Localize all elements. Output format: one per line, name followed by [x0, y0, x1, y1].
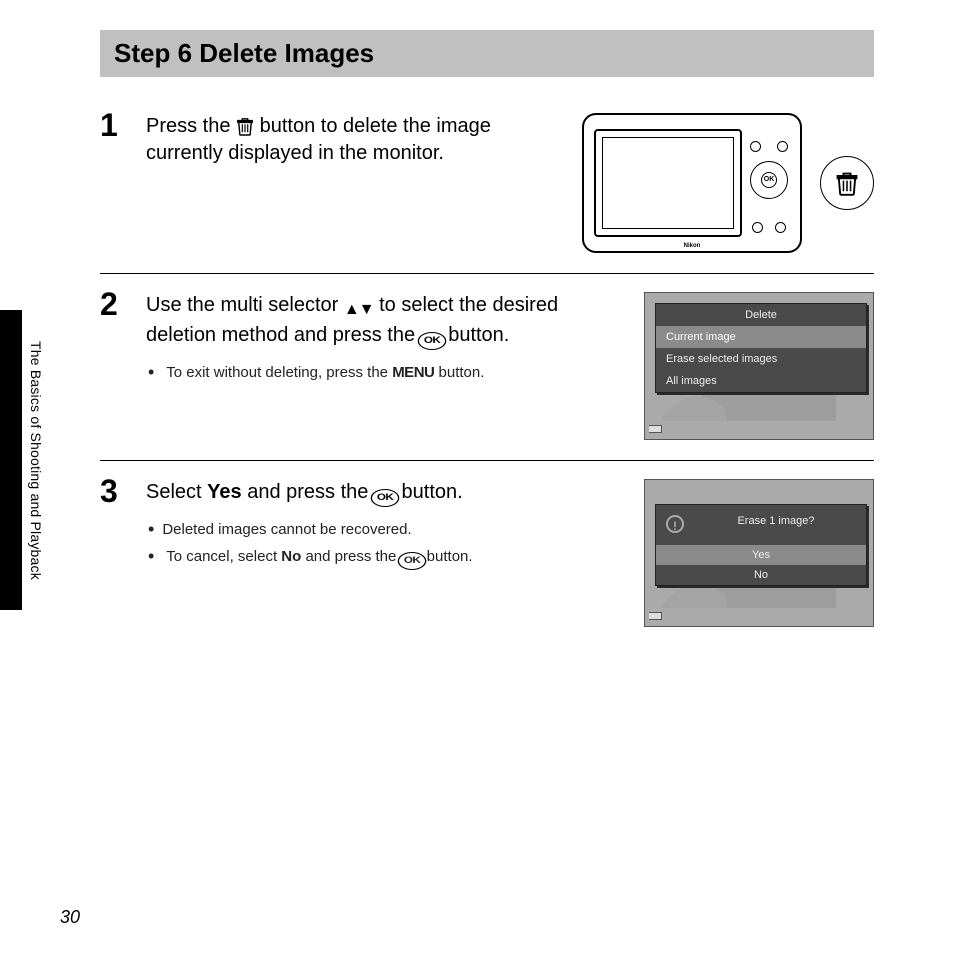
- trash-icon: [835, 170, 859, 196]
- step-3-bullet-2: To cancel, select No and press the butto…: [148, 542, 626, 570]
- confirm-no: No: [656, 565, 866, 585]
- step-1-number: 1: [100, 109, 132, 141]
- camera-illustration: Nikon: [582, 113, 802, 253]
- warning-icon: [666, 515, 684, 533]
- step-2: 2 Use the multi selector to select the d…: [100, 273, 874, 460]
- battery-icon: [649, 425, 662, 433]
- step-title: Step 6 Delete Images: [114, 38, 860, 69]
- delete-menu-title: Delete: [656, 304, 866, 326]
- ok-icon: [417, 332, 446, 350]
- step-3: 3 Select Yes and press the button. Delet…: [100, 460, 874, 647]
- camera-brand: Nikon: [684, 243, 701, 249]
- ok-icon: [371, 489, 400, 507]
- step-3-text: Select Yes and press the button.: [146, 479, 626, 507]
- step-title-bar: Step 6 Delete Images: [100, 30, 874, 77]
- step-1-text: Press the button to delete the image cur…: [146, 113, 564, 167]
- confirm-panel: Erase 1 image? Yes No: [655, 504, 867, 586]
- step-2-bullets: To exit without deleting, press the butt…: [146, 358, 626, 385]
- delete-option-selected: Erase selected images: [656, 348, 866, 370]
- step-2-text: Use the multi selector to select the des…: [146, 292, 626, 350]
- menu-icon: [392, 362, 434, 385]
- step-1-figure: Nikon: [582, 113, 874, 253]
- step-2-lcd: Delete Current image Erase selected imag…: [644, 292, 874, 440]
- step-2-bullet-1: To exit without deleting, press the butt…: [148, 358, 626, 385]
- confirm-prompt: Erase 1 image?: [737, 515, 814, 527]
- page-number: 30: [60, 907, 80, 928]
- updown-icon: [344, 295, 374, 322]
- step-3-number: 3: [100, 475, 132, 507]
- trash-callout: [820, 156, 874, 210]
- step-3-lcd: Erase 1 image? Yes No: [644, 479, 874, 627]
- step-2-number: 2: [100, 288, 132, 320]
- step-1: 1 Press the button to delete the image c…: [100, 95, 874, 273]
- ok-icon: [397, 552, 426, 570]
- delete-menu-panel: Delete Current image Erase selected imag…: [655, 303, 867, 393]
- delete-option-all: All images: [656, 370, 866, 392]
- confirm-yes: Yes: [656, 545, 866, 565]
- step-3-bullet-1: Deleted images cannot be recovered.: [148, 515, 626, 542]
- step-3-bullets: Deleted images cannot be recovered. To c…: [146, 515, 626, 570]
- delete-option-current: Current image: [656, 326, 866, 348]
- battery-icon: [649, 612, 662, 620]
- trash-icon: [236, 116, 254, 136]
